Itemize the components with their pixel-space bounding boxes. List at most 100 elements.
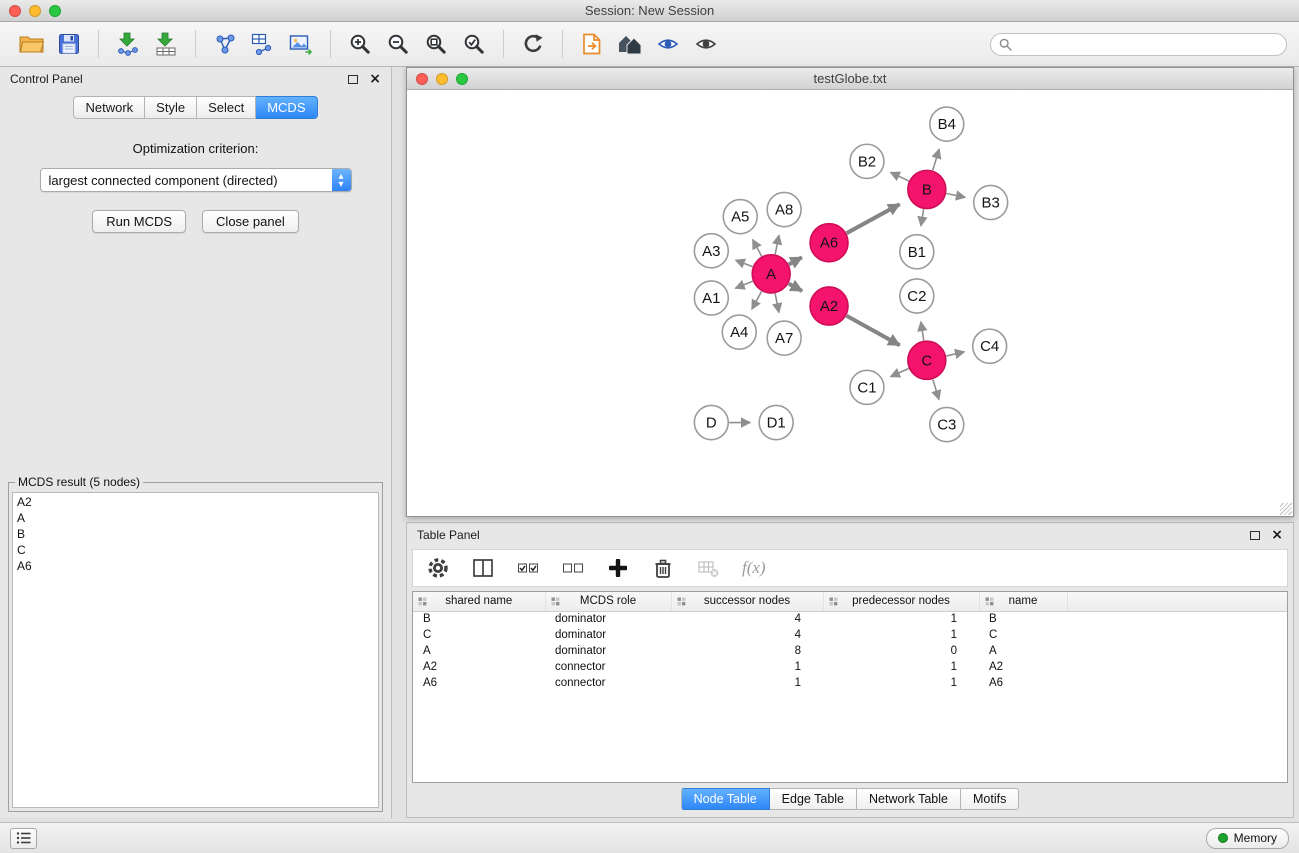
graph-node-mcds-A[interactable]: A xyxy=(752,255,790,293)
search-box[interactable] xyxy=(990,33,1287,56)
table-tab-node-table[interactable]: Node Table xyxy=(681,788,770,810)
graph-edge[interactable] xyxy=(946,193,965,197)
graph-node-mcds-B[interactable]: B xyxy=(908,170,946,208)
float-panel-icon[interactable] xyxy=(348,75,358,84)
control-tab-style[interactable]: Style xyxy=(145,96,197,119)
table-cell[interactable]: 1 xyxy=(823,611,979,627)
criterion-dropdown[interactable]: largest connected component (directed) ▲… xyxy=(40,168,352,192)
zoom-fit-button[interactable] xyxy=(417,26,455,62)
table-cell[interactable]: connector xyxy=(545,675,671,691)
graph-edge[interactable] xyxy=(789,257,802,264)
mcds-result-item[interactable]: A2 xyxy=(17,494,374,510)
import-table-button[interactable] xyxy=(147,26,185,62)
table-settings-button[interactable] xyxy=(427,557,449,579)
table-cell[interactable]: A6 xyxy=(979,675,1067,691)
graph-edge[interactable] xyxy=(752,291,762,309)
close-panel-button[interactable]: Close panel xyxy=(202,210,299,233)
close-network-window-button[interactable] xyxy=(416,73,428,85)
function-builder-button[interactable]: f(x) xyxy=(742,558,766,578)
graph-node-A1[interactable]: A1 xyxy=(694,281,728,315)
table-row[interactable]: Bdominator41B xyxy=(413,611,1287,627)
save-session-button[interactable] xyxy=(50,26,88,62)
run-mcds-button[interactable]: Run MCDS xyxy=(92,210,186,233)
mcds-result-list[interactable]: A2ABCA6 xyxy=(12,492,379,808)
graph-node-A3[interactable]: A3 xyxy=(694,234,728,268)
add-column-button[interactable] xyxy=(607,557,629,579)
graph-edge[interactable] xyxy=(933,149,939,170)
memory-button[interactable]: Memory xyxy=(1206,828,1289,849)
table-cell[interactable]: A2 xyxy=(979,659,1067,675)
graph-edge[interactable] xyxy=(891,369,909,377)
column-header[interactable]: predecessor nodes xyxy=(823,592,979,611)
table-cell[interactable]: C xyxy=(413,627,545,643)
network-from-table-button[interactable] xyxy=(244,26,282,62)
table-cell[interactable]: A2 xyxy=(413,659,545,675)
float-table-panel-icon[interactable] xyxy=(1250,531,1260,540)
zoom-in-button[interactable] xyxy=(341,26,379,62)
close-table-panel-icon[interactable]: × xyxy=(1271,528,1283,542)
mcds-result-item[interactable]: A6 xyxy=(17,558,374,574)
graph-edge[interactable] xyxy=(921,322,924,341)
graph-node-C2[interactable]: C2 xyxy=(900,279,934,313)
graph-node-B2[interactable]: B2 xyxy=(850,144,884,178)
refresh-button[interactable] xyxy=(514,26,552,62)
table-cell[interactable]: 0 xyxy=(823,643,979,659)
resize-grip[interactable] xyxy=(1280,503,1292,515)
mcds-result-item[interactable]: A xyxy=(17,510,374,526)
graph-node-A4[interactable]: A4 xyxy=(722,315,756,349)
table-cell[interactable]: B xyxy=(413,611,545,627)
table-tab-network-table[interactable]: Network Table xyxy=(857,788,961,810)
table-tab-motifs[interactable]: Motifs xyxy=(961,788,1019,810)
table-cell[interactable]: dominator xyxy=(545,643,671,659)
home-button[interactable] xyxy=(611,26,649,62)
search-input[interactable] xyxy=(1017,37,1278,51)
graph-edge[interactable] xyxy=(933,379,939,399)
table-cell[interactable]: 4 xyxy=(671,627,823,643)
zoom-selected-button[interactable] xyxy=(455,26,493,62)
new-network-button[interactable] xyxy=(206,26,244,62)
mcds-result-item[interactable]: C xyxy=(17,542,374,558)
table-cell[interactable]: connector xyxy=(545,659,671,675)
graph-node-mcds-A2[interactable]: A2 xyxy=(810,287,848,325)
graph-edge[interactable] xyxy=(946,352,964,356)
graph-node-C4[interactable]: C4 xyxy=(973,329,1007,363)
show-graphics-button[interactable] xyxy=(687,26,725,62)
column-header[interactable]: shared name xyxy=(413,592,545,611)
graph-edge[interactable] xyxy=(921,209,924,226)
table-cell[interactable]: A xyxy=(979,643,1067,659)
close-window-button[interactable] xyxy=(9,5,21,17)
zoom-network-window-button[interactable] xyxy=(456,73,468,85)
select-all-button[interactable] xyxy=(517,559,539,577)
control-tab-mcds[interactable]: MCDS xyxy=(256,96,317,119)
control-tab-network[interactable]: Network xyxy=(73,96,145,119)
column-header[interactable]: successor nodes xyxy=(671,592,823,611)
table-cell[interactable]: A xyxy=(413,643,545,659)
minimize-network-window-button[interactable] xyxy=(436,73,448,85)
graph-node-B1[interactable]: B1 xyxy=(900,235,934,269)
mcds-result-item[interactable]: B xyxy=(17,526,374,542)
graph-edge[interactable] xyxy=(736,260,753,267)
table-cell[interactable]: 8 xyxy=(671,643,823,659)
table-row[interactable]: A6connector11A6 xyxy=(413,675,1287,691)
graph-node-B3[interactable]: B3 xyxy=(974,185,1008,219)
column-header[interactable]: MCDS role xyxy=(545,592,671,611)
graph-node-mcds-A6[interactable]: A6 xyxy=(810,224,848,262)
import-network-button[interactable] xyxy=(109,26,147,62)
show-panel-list-button[interactable] xyxy=(10,828,37,849)
graph-edge[interactable] xyxy=(789,284,802,291)
export-document-button[interactable] xyxy=(573,26,611,62)
visual-style-button[interactable] xyxy=(649,26,687,62)
table-cell[interactable]: 4 xyxy=(671,611,823,627)
graph-edge[interactable] xyxy=(891,172,909,181)
delete-column-button[interactable] xyxy=(652,557,674,579)
minimize-window-button[interactable] xyxy=(29,5,41,17)
table-cell[interactable]: C xyxy=(979,627,1067,643)
graph-node-B4[interactable]: B4 xyxy=(930,107,964,141)
zoom-out-button[interactable] xyxy=(379,26,417,62)
graph-node-D1[interactable]: D1 xyxy=(759,405,793,439)
export-image-button[interactable] xyxy=(282,26,320,62)
graph-edge[interactable] xyxy=(735,281,752,288)
graph-node-C1[interactable]: C1 xyxy=(850,370,884,404)
table-cell[interactable]: 1 xyxy=(671,675,823,691)
table-row[interactable]: Cdominator41C xyxy=(413,627,1287,643)
